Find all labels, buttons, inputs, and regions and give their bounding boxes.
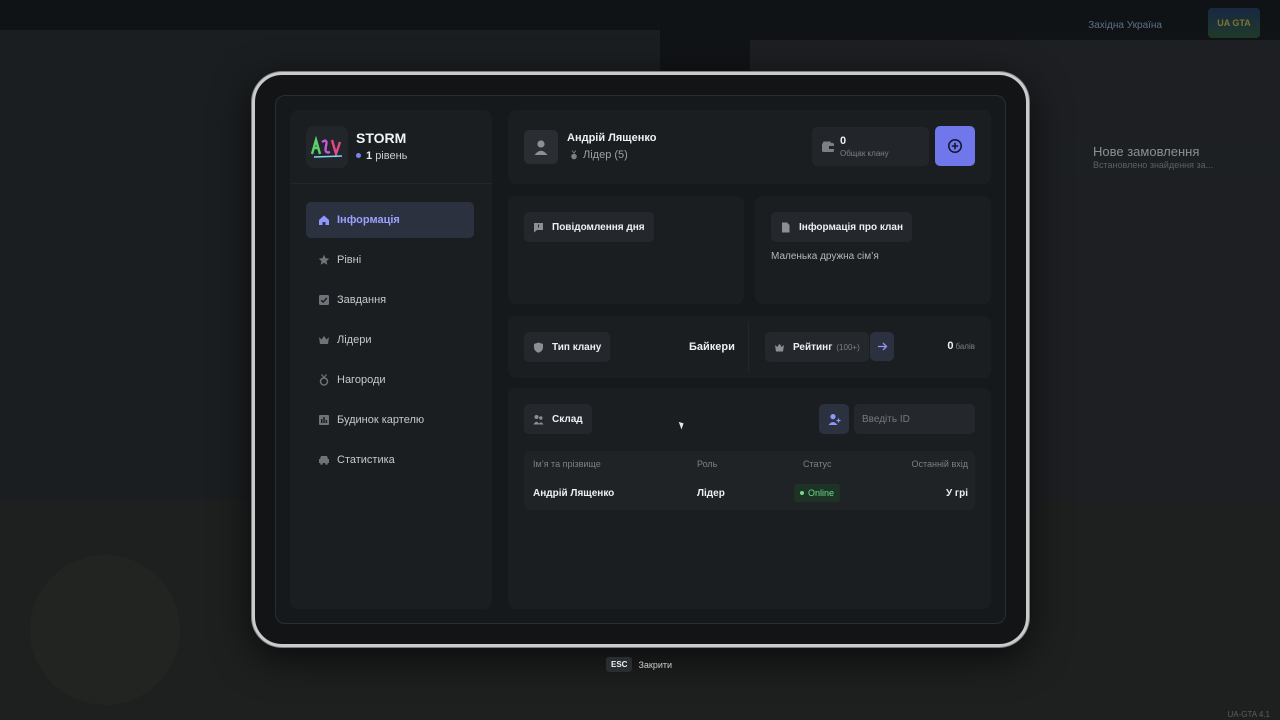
sidebar-item-label: Рівні [337, 254, 362, 266]
invite-member-button[interactable] [819, 404, 849, 434]
motd-panel: Повідомлення дня [508, 196, 744, 304]
members-table: Ім’я та прізвище Роль Статус Останній вх… [524, 451, 975, 510]
status-badge: Online [794, 484, 841, 502]
medal-icon [571, 150, 577, 160]
clan-type-title: Тип клану [552, 341, 602, 353]
order-subtitle: Встановлено знайдення за... [1093, 160, 1214, 170]
clan-info-title-chip: Інформація про клан [771, 212, 913, 242]
rating-score-unit: балів [955, 342, 975, 351]
close-hint[interactable]: ESC Закрити [606, 657, 672, 672]
member-last-login: У грі [945, 488, 968, 499]
version-label: UA-GTA 4.1 [1227, 710, 1270, 719]
user-panel: Андрій Лященко Лідер (5) 0 Общак клану [508, 110, 991, 184]
sidebar-item-statistics[interactable]: Статистика [306, 442, 474, 478]
column-header-last-login: Останній вхід [911, 459, 968, 469]
clan-info-title: Інформація про клан [799, 221, 904, 233]
user-role-text: Лідер (5) [583, 149, 628, 161]
crown-icon [774, 342, 785, 353]
rating-title: Рейтинг [793, 341, 833, 353]
online-dot-icon [800, 491, 804, 495]
clan-logo [306, 126, 348, 168]
members-title: Склад [552, 413, 583, 425]
wallet-icon [822, 141, 834, 152]
shield-icon [533, 342, 544, 353]
medal-icon [318, 374, 330, 386]
level-number: 1 [366, 150, 373, 162]
clan-type-chip: Тип клану [524, 332, 611, 362]
clan-bank: 0 Общак клану [812, 127, 929, 166]
members-panel: Склад Ім’я та прізвище Роль Статус Остан… [508, 388, 991, 609]
level-dot-icon [356, 152, 361, 158]
rating-score-value: 0 [947, 340, 954, 352]
sidebar-item-levels[interactable]: Рівні [306, 242, 474, 278]
clan-info-panel: Інформація про клан Маленька дружна сім’… [755, 196, 991, 304]
member-role: Лідер [697, 488, 725, 499]
rating-chip: Рейтинг (100+) [765, 332, 869, 362]
column-header-status: Статус [803, 459, 832, 469]
sidebar-item-label: Лідери [337, 334, 372, 346]
message-icon [533, 222, 544, 233]
rating-score: 0 балів [947, 340, 975, 352]
clan-info-text: Маленька дружна сім’я [771, 251, 879, 262]
sidebar-item-label: Нагороди [337, 374, 386, 386]
column-header-role: Роль [697, 459, 718, 469]
clan-level: 1 рівень [356, 150, 407, 162]
user-icon [534, 140, 548, 155]
server-logo: UA GTA [1208, 8, 1260, 38]
motd-title-chip: Повідомлення дня [524, 212, 654, 242]
column-header-name: Ім’я та прізвище [533, 459, 601, 469]
level-word: рівень [375, 150, 408, 162]
sidebar-item-leaders[interactable]: Лідери [306, 322, 474, 358]
bank-value: 0 [840, 135, 847, 147]
sidebar-item-awards[interactable]: Нагороди [306, 362, 474, 398]
member-id-input[interactable] [854, 404, 975, 434]
sidebar-item-tasks[interactable]: Завдання [306, 282, 474, 318]
tablet-screen: STORM 1 рівень Інформація Рівні Завдання… [275, 95, 1006, 624]
building-icon [318, 414, 330, 426]
user-name: Андрій Лященко [567, 132, 657, 144]
crown-icon [318, 334, 330, 346]
user-role: Лідер (5) [569, 149, 628, 161]
minimap [30, 555, 180, 705]
sidebar-item-info[interactable]: Інформація [306, 202, 474, 238]
clan-name: STORM [356, 130, 407, 146]
tablet-frame: STORM 1 рівень Інформація Рівні Завдання… [252, 72, 1029, 647]
sidebar-item-cartel-house[interactable]: Будинок картелю [306, 402, 474, 438]
sidebar-item-label: Інформація [337, 214, 400, 226]
bank-label: Общак клану [840, 149, 889, 158]
people-icon [533, 414, 544, 425]
status-text: Online [808, 488, 835, 498]
motd-title: Повідомлення дня [552, 221, 645, 233]
sidebar-item-label: Статистика [337, 454, 395, 466]
home-icon [318, 214, 330, 226]
sidebar: STORM 1 рівень Інформація Рівні Завдання… [290, 110, 492, 609]
rating-open-button[interactable] [870, 332, 894, 361]
esc-key: ESC [606, 657, 633, 672]
checkbox-icon [318, 294, 330, 306]
hud-region: Західна Україна [1088, 20, 1162, 31]
sidebar-item-label: Будинок картелю [337, 414, 425, 426]
add-user-icon [828, 413, 840, 425]
order-title: Нове замовлення [1093, 144, 1200, 159]
star-icon [318, 254, 330, 266]
document-icon [780, 222, 791, 233]
deposit-button[interactable] [935, 126, 975, 166]
rating-hint: (100+) [836, 342, 860, 352]
order-notification: Нове замовлення Встановлено знайдення за… [1065, 140, 1280, 178]
member-name: Андрій Лященко [533, 488, 615, 499]
clan-type-panel: Тип клану Байкери Рейтинг (100+) 0 балів [508, 316, 991, 378]
plus-circle-icon [948, 139, 962, 153]
arrow-right-icon [877, 342, 887, 351]
divider [748, 322, 749, 372]
clan-header: STORM 1 рівень [290, 110, 492, 184]
members-title-chip: Склад [524, 404, 592, 434]
car-icon [318, 454, 330, 466]
avatar [524, 130, 558, 164]
clan-type-value: Байкери [689, 341, 735, 353]
close-label: Закрити [638, 659, 673, 670]
sidebar-nav: Інформація Рівні Завдання Лідери Нагород… [306, 202, 474, 482]
sidebar-item-label: Завдання [337, 294, 387, 306]
